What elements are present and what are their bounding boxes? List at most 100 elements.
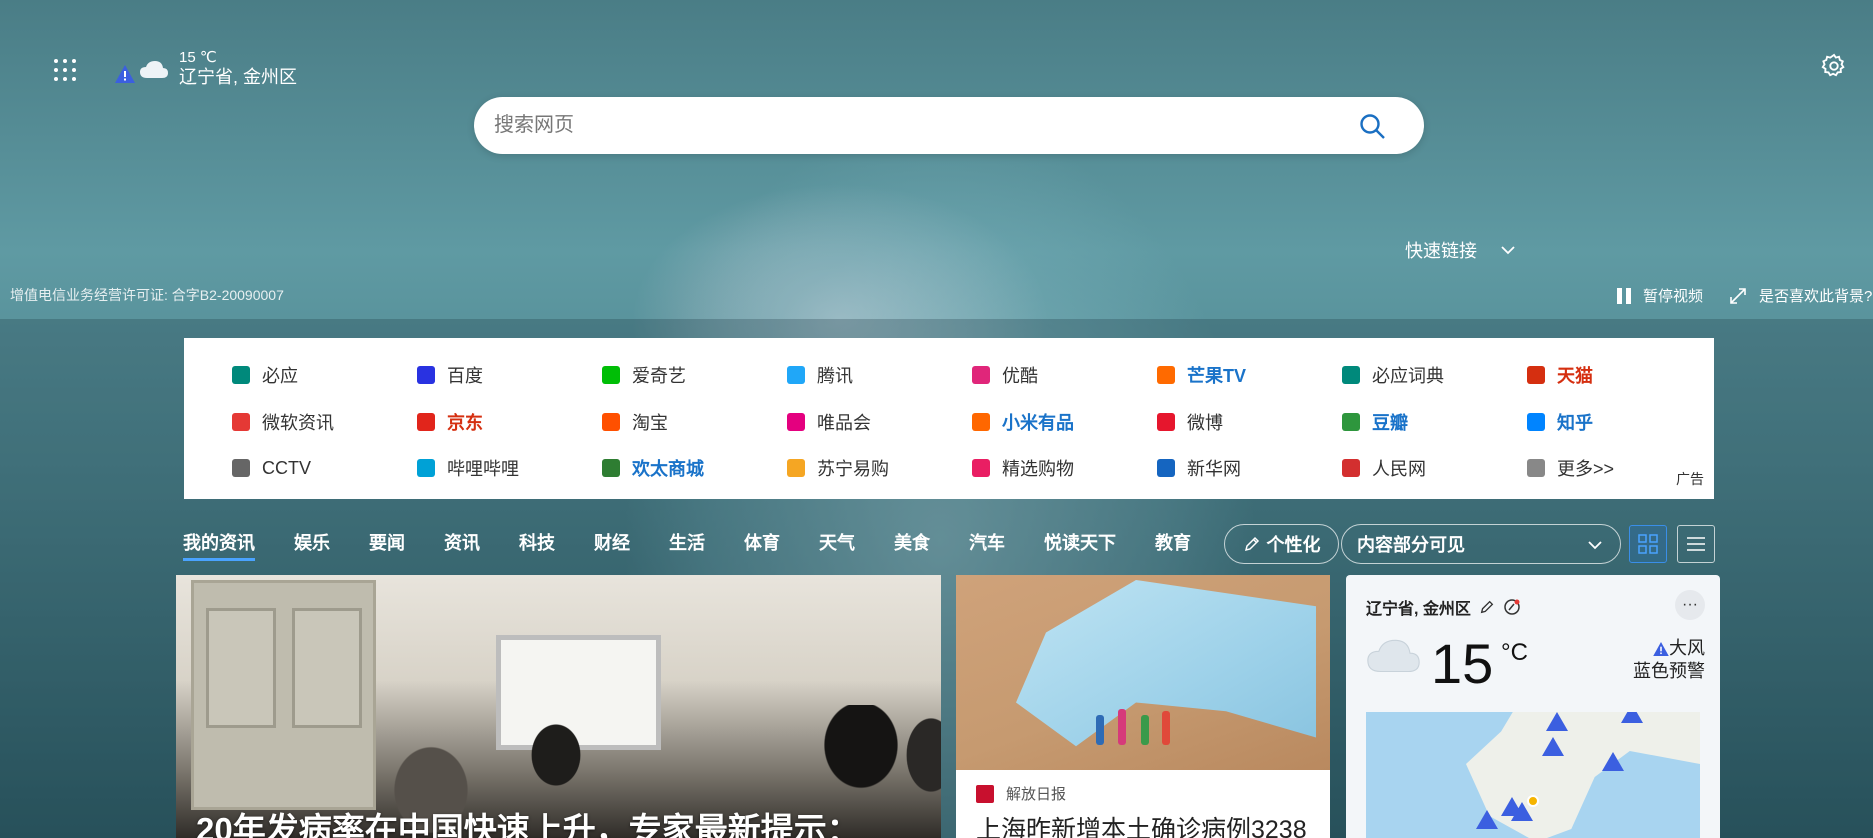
quick-link-item[interactable]: 腾讯 [787,352,972,399]
personalize-button[interactable]: 个性化 [1224,524,1339,564]
settings-gear-icon[interactable] [1820,52,1848,80]
quick-link-item[interactable]: 爱奇艺 [602,352,787,399]
news-tabs: 我的资讯 娱乐 要闻 资讯 科技 财经 生活 体育 天气 美食 汽车 悦读天下 教育 [183,524,1230,564]
pause-video-button[interactable]: 暂停视频 [1617,285,1703,306]
news-tab[interactable]: 悦读天下 [1044,529,1116,559]
youku-icon [972,366,990,385]
quick-link-item[interactable]: 百度 [417,352,602,399]
weather-alert[interactable]: 大风 蓝色预警 [1633,637,1705,684]
news-tab[interactable]: 教育 [1155,529,1191,559]
news-tab[interactable]: 生活 [669,529,705,559]
weather-card-location: 辽宁省, 金州区 [1366,595,1521,619]
quick-link-item[interactable]: 豆瓣 [1342,399,1527,446]
quick-link-label: 人民网 [1372,459,1426,480]
quick-link-item[interactable]: 淘宝 [602,399,787,446]
news-tab[interactable]: 科技 [519,529,555,559]
ad-label: 广告 [1676,471,1704,487]
quick-link-item[interactable]: 天猫 [1527,352,1712,399]
quick-link-item[interactable]: 芒果TV [1157,352,1342,399]
map-alert-marker [1476,810,1498,829]
map-alert-marker [1621,712,1643,723]
quick-link-label: 唯品会 [817,412,871,433]
quick-link-item[interactable]: 必应 [232,352,417,399]
suning-icon [787,459,805,478]
chevron-down-icon [1586,536,1604,554]
quick-link-item[interactable]: 欢太商城 [602,445,787,492]
quick-link-label: 天猫 [1557,366,1593,387]
list-view-icon[interactable] [1677,525,1715,563]
quick-link-item[interactable]: 唯品会 [787,399,972,446]
people-daily-icon [1342,459,1360,478]
locate-icon[interactable] [1503,598,1521,616]
news-source-name: 解放日报 [1006,786,1067,803]
quick-link-item[interactable]: 苏宁易购 [787,445,972,492]
weather-alert-line2: 蓝色预警 [1633,661,1705,682]
jd-icon [417,412,435,431]
news-tab[interactable]: 娱乐 [294,529,330,559]
quick-link-label: 欢太商城 [632,459,704,480]
quick-links-grid: 必应 百度 爱奇艺 腾讯 优酷 芒果TV 必应词典 天猫微软资讯 京东 淘宝 唯品会 小米有品 微博 豆瓣… [232,352,1692,492]
like-background-button[interactable]: 是否喜欢此背景? [1730,285,1872,306]
news-tab[interactable]: 我的资讯 [183,529,255,561]
tmall-icon [1527,366,1545,385]
quick-links-toggle[interactable]: 快速链接 [1405,238,1517,262]
quick-link-item[interactable]: 知乎 [1527,399,1712,446]
license-text[interactable]: 增值电信业务经营许可证: 合字B2-20090007 [10,285,284,305]
quick-link-item[interactable]: 京东 [417,399,602,446]
bing-dict-icon [1342,366,1360,385]
taobao-icon [602,412,620,431]
baidu-paw-icon [417,366,435,385]
map-alert-marker [1542,737,1564,756]
news-title: 上海昨新增本土确诊病例3238 [976,816,1307,838]
quick-link-item[interactable]: 精选购物 [972,445,1157,492]
quick-link-item[interactable]: 新华网 [1157,445,1342,492]
card-image [191,580,376,810]
quick-link-item[interactable]: 小米有品 [972,399,1157,446]
search-input[interactable] [494,97,1354,154]
quick-link-label: 豆瓣 [1372,412,1408,433]
news-tab[interactable]: 资讯 [444,529,480,559]
news-tab[interactable]: 体育 [744,529,780,559]
quick-link-item[interactable]: 哔哩哔哩 [417,445,602,492]
more-options-button[interactable]: ··· [1675,590,1705,620]
quick-link-label: 芒果TV [1187,366,1247,387]
iqiyi-icon [602,366,620,385]
bilibili-icon [417,459,435,478]
pencil-icon[interactable] [1479,599,1495,615]
quick-link-label: 精选购物 [1002,459,1074,480]
quick-link-item[interactable]: 微博 [1157,399,1342,446]
quick-link-item[interactable]: 必应词典 [1342,352,1527,399]
zhihu-icon [1527,412,1545,431]
news-tab[interactable]: 天气 [819,529,855,559]
quick-link-label: CCTV [262,457,311,478]
chevron-down-icon [1499,241,1517,259]
weather-map[interactable] [1366,712,1700,838]
quick-link-item[interactable]: CCTV [232,445,417,492]
news-card-main[interactable]: 20年发病率在中国快速上升，专家最新提示： [176,575,941,838]
news-tab[interactable]: 要闻 [369,529,405,559]
weather-card[interactable]: 辽宁省, 金州区 ··· 15 °C 大风 蓝色预警 [1346,575,1720,838]
news-tab[interactable]: 美食 [894,529,930,559]
app-launcher-button[interactable] [50,55,78,83]
news-tab[interactable]: 汽车 [969,529,1005,559]
news-card-side[interactable]: 解放日报 上海昨新增本土确诊病例3238 [956,575,1330,838]
quick-link-label: 新华网 [1187,459,1241,480]
quick-link-item[interactable]: 优酷 [972,352,1157,399]
mango-tv-icon [1157,366,1175,385]
quick-link-item[interactable]: 微软资讯 [232,399,417,446]
news-nav: 我的资讯 娱乐 要闻 资讯 科技 财经 生活 体育 天气 美食 汽车 悦读天下 教育 个性化 内容部分可… [183,524,1715,564]
news-source: 解放日报 [976,783,1066,804]
msn-icon [232,412,250,431]
news-tab[interactable]: 财经 [594,529,630,559]
personalize-label: 个性化 [1266,535,1321,555]
content-visibility-select[interactable]: 内容部分可见 [1341,524,1621,564]
youpin-icon [972,412,990,431]
search-icon[interactable] [1358,112,1386,140]
bing-icon [232,366,250,385]
weather-mini-widget[interactable]: 15 ℃ 辽宁省, 金州区 [115,45,297,93]
card-image-figures [1086,685,1186,745]
quick-link-label: 优酷 [1002,366,1038,387]
quick-link-item[interactable]: 人民网 [1342,445,1527,492]
grid-view-icon[interactable] [1629,525,1667,563]
quick-link-label: 苏宁易购 [817,459,889,480]
